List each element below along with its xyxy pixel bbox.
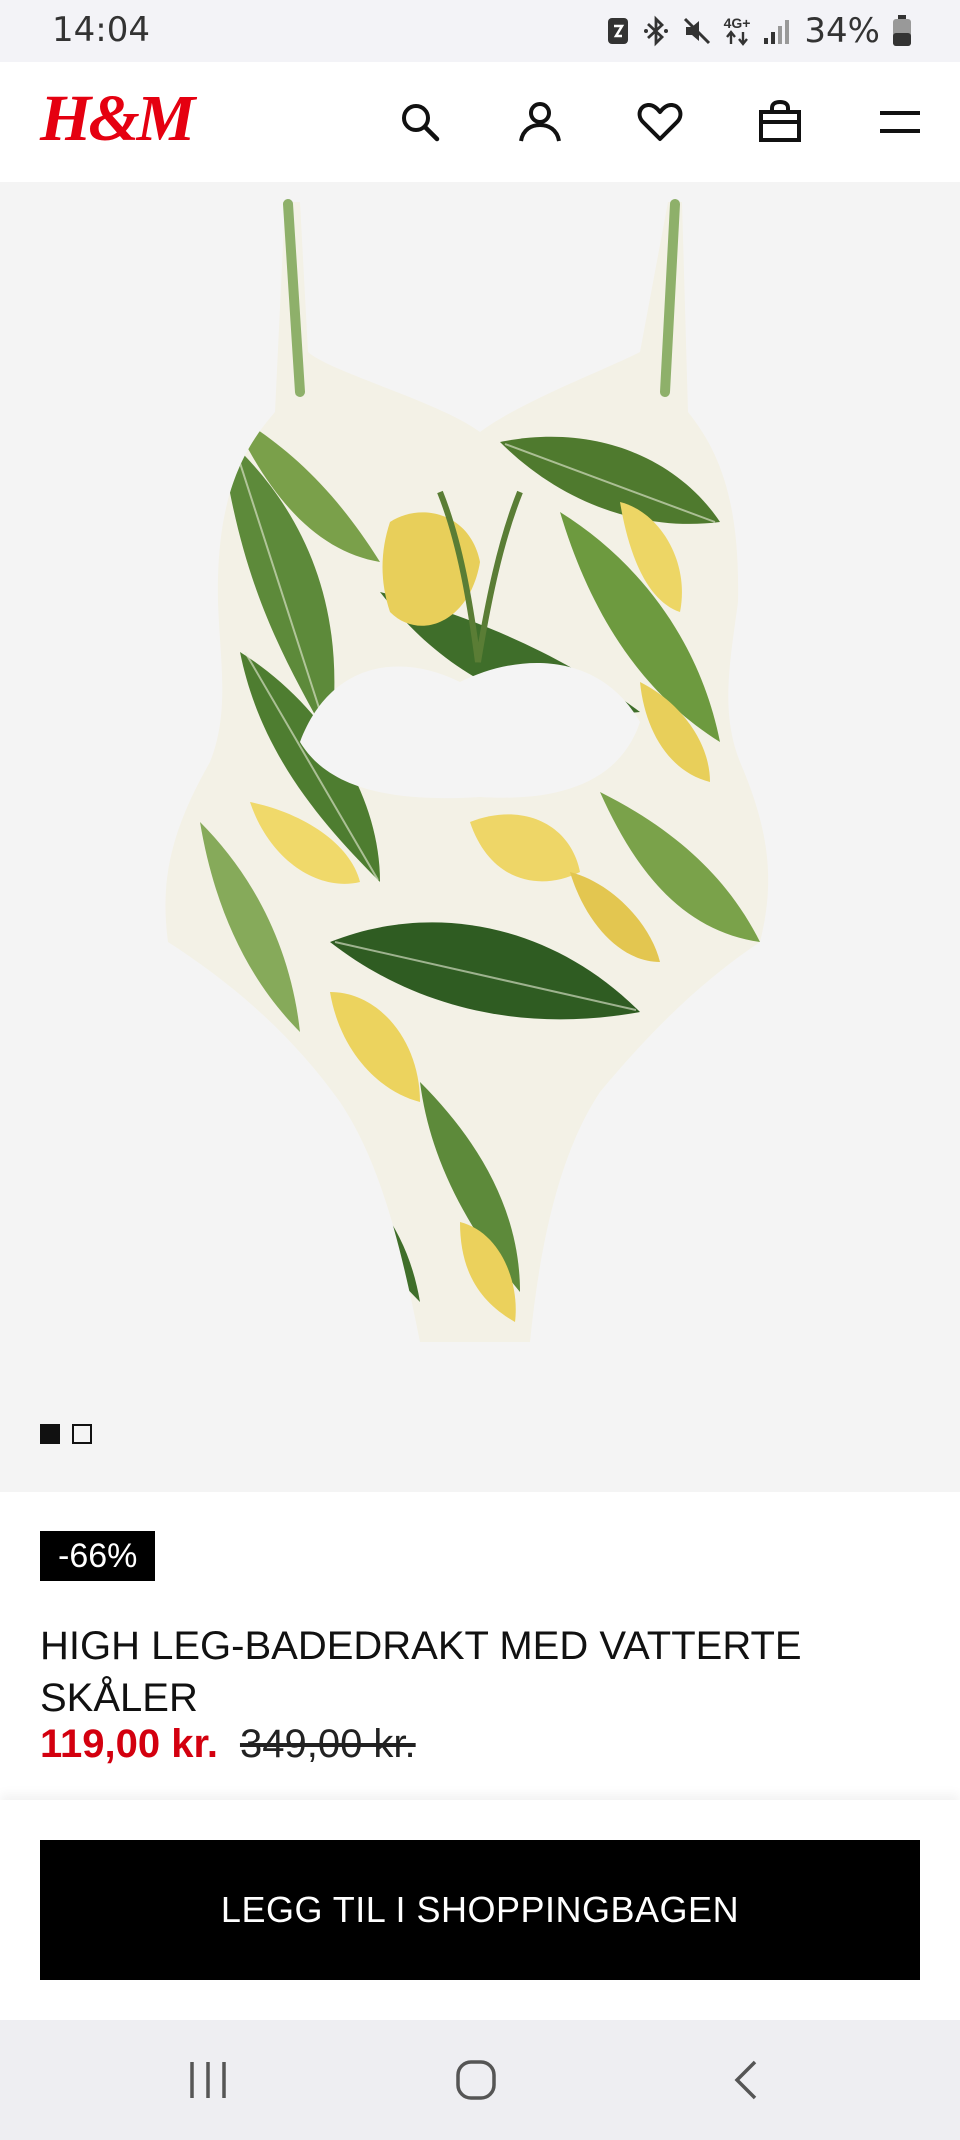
system-nav-bar	[0, 2020, 960, 2140]
network-label: 4G+	[723, 15, 751, 31]
add-to-bag-button[interactable]: LEGG TIL I SHOPPINGBAGEN	[40, 1840, 920, 1980]
site-header: H&M	[0, 62, 960, 182]
status-icons: 4G+ 34%	[606, 10, 912, 52]
account-icon[interactable]	[514, 96, 566, 148]
shopping-bag-icon[interactable]	[754, 96, 806, 148]
gallery-dot-2[interactable]	[72, 1424, 92, 1444]
cta-container: LEGG TIL I SHOPPINGBAGEN	[0, 1800, 960, 2020]
recent-apps-icon[interactable]	[168, 2050, 248, 2110]
battery-icon	[892, 15, 912, 47]
search-icon[interactable]	[394, 96, 446, 148]
bluetooth-icon	[642, 15, 670, 47]
discount-badge: -66%	[40, 1531, 156, 1581]
original-price: 349,00 kr.	[239, 1722, 416, 1766]
mute-icon	[682, 16, 712, 46]
back-icon[interactable]	[706, 2050, 786, 2110]
network-4g-icon: 4G+	[723, 15, 751, 46]
menu-icon[interactable]	[874, 96, 926, 148]
status-bar: 14:04 4G+ 34%	[0, 0, 960, 62]
hm-logo[interactable]: H&M	[40, 86, 195, 152]
price-row: 119,00 kr. 349,00 kr.	[40, 1722, 416, 1767]
home-icon[interactable]	[436, 2050, 516, 2110]
gallery-dot-1[interactable]	[40, 1424, 60, 1444]
nfc-icon	[606, 16, 630, 46]
signal-icon	[762, 16, 792, 46]
heart-icon[interactable]	[634, 96, 686, 148]
product-image	[165, 199, 769, 1342]
product-title: HIGH LEG-BADEDRAKT MED VATTERTE SKÅLER	[40, 1624, 802, 1720]
sale-price: 119,00 kr.	[40, 1722, 218, 1766]
status-time: 14:04	[52, 10, 150, 50]
product-image-gallery[interactable]	[0, 182, 960, 1492]
gallery-pagination	[40, 1424, 92, 1444]
battery-percent: 34%	[804, 11, 880, 51]
